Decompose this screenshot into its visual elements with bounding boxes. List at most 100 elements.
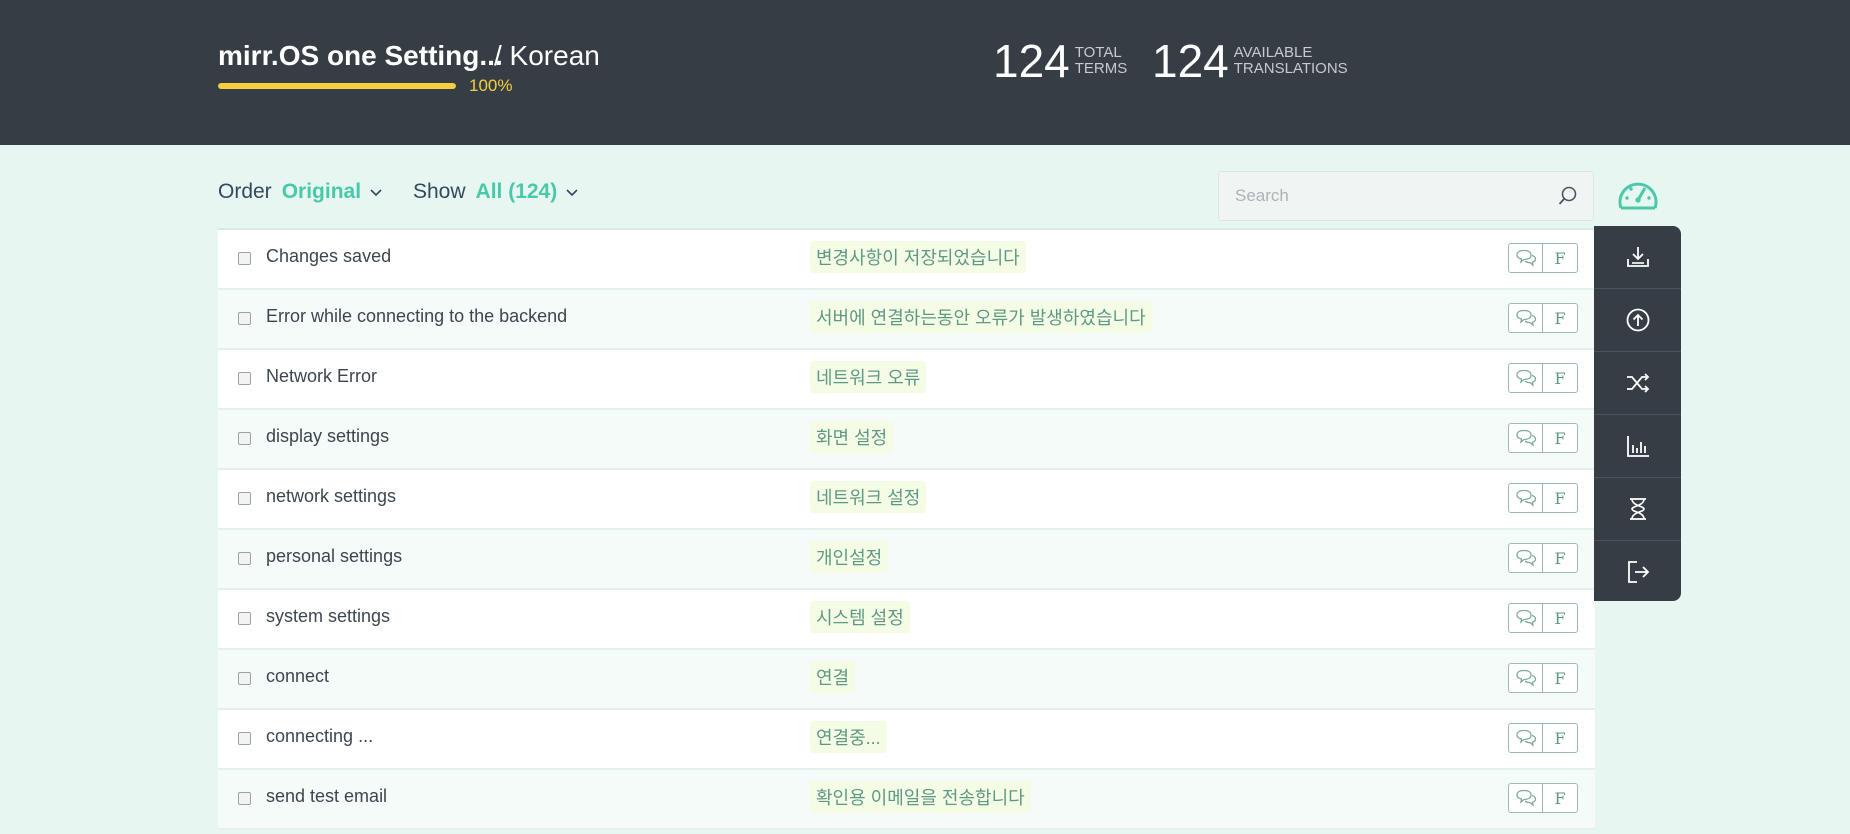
row-checkbox[interactable] [238,492,251,505]
row-checkbox[interactable] [238,252,251,265]
progress-fill [218,83,456,89]
translation-text[interactable]: 시스템 설정 [810,601,910,633]
search-icon[interactable] [1557,185,1579,207]
term-list: Changes saved 변경사항이 저장되었습니다 F Error whil… [218,228,1595,830]
fuzzy-button[interactable]: F [1543,603,1578,633]
fuzzy-label: F [1554,788,1566,808]
header-bar: mirr.OS one Setting... / Korean 100% 124… [0,0,1850,145]
chevron-down-icon[interactable] [565,187,579,197]
fuzzy-button[interactable]: F [1543,663,1578,693]
fuzzy-button[interactable]: F [1543,303,1578,333]
table-row[interactable]: send test email 확인용 이메일을 전송합니다 F [218,770,1595,830]
upload-icon [1626,308,1649,332]
source-term[interactable]: Network Error [266,366,377,387]
project-title[interactable]: mirr.OS one Setting... [218,40,503,72]
table-row[interactable]: display settings 화면 설정 F [218,410,1595,470]
row-checkbox[interactable] [238,552,251,565]
source-term[interactable]: send test email [266,786,387,807]
stat-number: 124 [993,35,1070,87]
fuzzy-button[interactable]: F [1543,423,1578,453]
order-value[interactable]: Original [282,180,361,204]
row-checkbox[interactable] [238,732,251,745]
translation-text[interactable]: 서버에 연결하는동안 오류가 발생하였습니다 [810,301,1152,333]
table-row[interactable]: system settings 시스템 설정 F [218,590,1595,650]
comments-icon [1515,489,1536,507]
stat-available-translations: 124 AVAILABLE TRANSLATIONS [1152,38,1348,84]
comments-button[interactable] [1508,783,1543,813]
fuzzy-button[interactable]: F [1543,543,1578,573]
row-actions: F [1508,243,1578,273]
table-row[interactable]: personal settings 개인설정 F [218,530,1595,590]
source-term[interactable]: Error while connecting to the backend [266,306,567,327]
order-dropdown[interactable]: Order Original [218,180,383,204]
row-actions: F [1508,543,1578,573]
fuzzy-label: F [1554,248,1566,268]
translation-text[interactable]: 연결중... [810,721,887,753]
logout-icon [1627,561,1649,583]
fuzzy-button[interactable]: F [1543,783,1578,813]
row-actions: F [1508,483,1578,513]
translation-text[interactable]: 네트워크 오류 [810,361,927,393]
row-checkbox[interactable] [238,372,251,385]
fuzzy-button[interactable]: F [1543,483,1578,513]
speedometer-icon[interactable] [1616,176,1660,216]
comments-button[interactable] [1508,303,1543,333]
comments-button[interactable] [1508,543,1543,573]
comments-icon [1515,789,1536,807]
table-row[interactable]: connecting ... 연결중... F [218,710,1595,770]
source-term[interactable]: network settings [266,486,396,507]
search-box[interactable] [1218,171,1594,221]
table-row[interactable]: network settings 네트워크 설정 F [218,470,1595,530]
row-actions: F [1508,423,1578,453]
row-checkbox[interactable] [238,672,251,685]
table-row[interactable]: connect 연결 F [218,650,1595,710]
translation-text[interactable]: 변경사항이 저장되었습니다 [810,241,1026,273]
side-item-logout[interactable] [1594,541,1681,601]
show-dropdown[interactable]: Show All (124) [413,180,579,204]
search-input[interactable] [1233,182,1537,210]
table-row[interactable]: Error while connecting to the backend 서버… [218,290,1595,350]
row-checkbox[interactable] [238,312,251,325]
project-language[interactable]: / Korean [494,40,600,72]
source-term[interactable]: system settings [266,606,390,627]
row-checkbox[interactable] [238,612,251,625]
translation-text[interactable]: 확인용 이메일을 전송합니다 [810,781,1031,813]
comments-button[interactable] [1508,723,1543,753]
comments-icon [1515,669,1536,687]
source-term[interactable]: Changes saved [266,246,391,267]
comments-icon [1515,369,1536,387]
comments-button[interactable] [1508,363,1543,393]
download-icon [1626,247,1649,267]
side-item-upload[interactable] [1594,289,1681,352]
fuzzy-button[interactable]: F [1543,243,1578,273]
comments-button[interactable] [1508,483,1543,513]
source-term[interactable]: personal settings [266,546,402,567]
stat-label-line1: TOTAL [1074,44,1122,61]
show-value[interactable]: All (124) [476,180,558,204]
source-term[interactable]: connect [266,666,329,687]
chevron-down-icon[interactable] [369,187,383,197]
fuzzy-button[interactable]: F [1543,723,1578,753]
side-item-statistics[interactable] [1594,415,1681,478]
comments-button[interactable] [1508,423,1543,453]
fuzzy-button[interactable]: F [1543,363,1578,393]
table-row[interactable]: Changes saved 변경사항이 저장되었습니다 F [218,230,1595,290]
stat-total-terms: 124 TOTAL TERMS [993,38,1127,84]
side-item-history[interactable] [1594,478,1681,541]
translation-text[interactable]: 네트워크 설정 [810,481,927,513]
source-term[interactable]: display settings [266,426,389,447]
translation-text[interactable]: 개인설정 [810,541,889,573]
comments-button[interactable] [1508,603,1543,633]
row-checkbox[interactable] [238,792,251,805]
source-term[interactable]: connecting ... [266,726,373,747]
comments-button[interactable] [1508,243,1543,273]
comments-button[interactable] [1508,663,1543,693]
table-row[interactable]: Network Error 네트워크 오류 F [218,350,1595,410]
row-actions: F [1508,723,1578,753]
translation-text[interactable]: 화면 설정 [810,421,894,453]
side-item-download[interactable] [1594,226,1681,289]
translation-text[interactable]: 연결 [810,661,856,693]
side-item-shuffle[interactable] [1594,352,1681,415]
stat-label: AVAILABLE TRANSLATIONS [1234,45,1348,77]
row-checkbox[interactable] [238,432,251,445]
